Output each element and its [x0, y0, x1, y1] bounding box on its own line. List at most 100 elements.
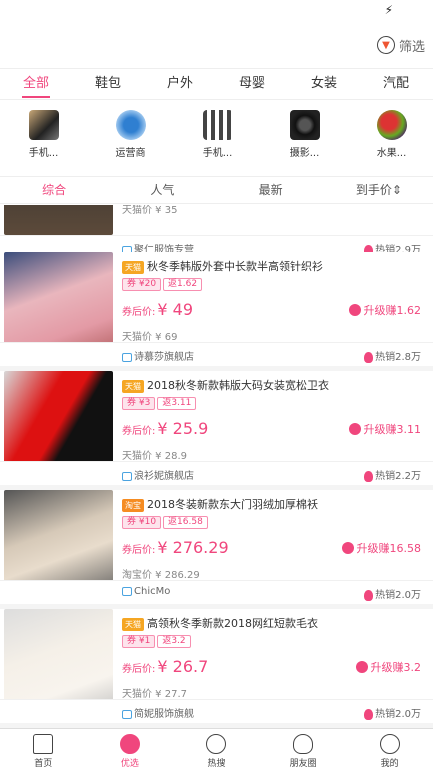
filter-button[interactable]: ▼ 筛选: [376, 34, 425, 56]
icon-item-label: 手机...: [28, 148, 59, 159]
sales-count: 热销2.0万: [364, 705, 421, 720]
earn-label: 升级赚1.62: [363, 304, 422, 317]
tab-womens-clothing[interactable]: 女装: [288, 69, 360, 99]
nav-label: 首页: [34, 759, 53, 769]
filter-label: 筛选: [398, 39, 425, 55]
share-icon: [341, 542, 354, 554]
tab-outdoor[interactable]: 户外: [144, 69, 216, 99]
price-label: 券后价:: [122, 307, 156, 318]
nav-friends[interactable]: 朋友圈: [260, 729, 347, 774]
platform-badge: 天猫: [122, 379, 144, 393]
platform-badge: 淘宝: [122, 498, 144, 512]
coupon-badge: 券 ¥20: [122, 278, 162, 291]
icon-item-label: 运营商: [115, 148, 146, 159]
coupon-row: 券 ¥3 返3.11: [122, 397, 197, 410]
fire-icon: [364, 470, 374, 482]
nav-preferred[interactable]: 优选: [87, 729, 174, 774]
category-tabs: 全部 鞋包 户外 母婴 女装 汽配: [0, 68, 433, 100]
filter-icon: ▼: [376, 36, 395, 54]
icon-item-label: 手机...: [202, 148, 233, 159]
sort-comprehensive[interactable]: 综合: [0, 177, 108, 203]
coupon-row: 券 ¥1 返3.2: [122, 635, 191, 648]
china-mobile-icon: [115, 110, 146, 140]
rebate-badge: 返3.2: [157, 635, 191, 648]
battery-charging-icon: ⚡: [384, 3, 393, 17]
shop-row: 简妮服饰旗舰 热销2.0万: [0, 699, 433, 723]
platform-badge: 天猫: [122, 260, 144, 274]
product-thumbnail: [4, 205, 113, 235]
shop-row: 诗慕莎旗舰店 热销2.8万: [0, 342, 433, 366]
tab-auto-parts[interactable]: 汽配: [360, 69, 432, 99]
icon-item-label: 水果...: [376, 148, 407, 159]
coupon-badge: 券 ¥1: [122, 635, 156, 648]
icon-item-phone-accessory[interactable]: 手机...: [174, 108, 261, 170]
rebate-badge: 返3.11: [157, 397, 197, 410]
original-price: 天猫价 ¥ 69: [122, 332, 178, 343]
original-price: 天猫价 ¥ 27.7: [122, 689, 187, 700]
product-title-text: 2018冬装新款东大门羽绒加厚棉袄: [147, 498, 318, 511]
shop-name[interactable]: 诗慕莎旗舰店: [122, 348, 194, 363]
price-row: 券后价: ¥ 276.29: [122, 538, 229, 557]
product-title-text: 秋冬季韩版外套中长款半高领针织衫: [147, 260, 323, 273]
product-title: 天猫 2018秋冬新款韩版大码女装宽松卫衣: [122, 377, 422, 393]
product-card-partial[interactable]: 天猫价 ¥ 35: [0, 205, 433, 235]
upgrade-earn-button[interactable]: 升级赚3.2: [355, 659, 421, 675]
original-price: 淘宝价 ¥ 286.29: [122, 570, 200, 581]
product-title: 天猫 秋冬季韩版外套中长款半高领针织衫: [122, 258, 422, 274]
camera-icon: [289, 110, 320, 140]
icon-item-label: 摄影...: [289, 148, 320, 159]
bottom-nav: 首页 优选 热搜 朋友圈 我的: [0, 728, 433, 774]
app-screen: ⚡ ▼ 筛选 全部 鞋包 户外 母婴 女装 汽配 手机... 运营商 手机...…: [0, 0, 433, 774]
fire-icon: [364, 708, 374, 720]
shop-label: 简妮服饰旗舰: [134, 709, 194, 720]
tab-all[interactable]: 全部: [0, 69, 72, 99]
upgrade-earn-button[interactable]: 升级赚1.62: [348, 302, 422, 318]
shop-name[interactable]: 浪衫妮旗舰店: [122, 467, 194, 482]
rebate-badge: 返1.62: [163, 278, 203, 291]
icon-item-phone[interactable]: 手机...: [0, 108, 87, 170]
sales-label: 热销2.0万: [375, 590, 421, 601]
price-label: 券后价:: [122, 426, 156, 437]
platform-badge: 天猫: [122, 617, 144, 631]
sales-count: 热销2.2万: [364, 467, 421, 482]
coupon-row: 券 ¥10 返16.58: [122, 516, 208, 529]
shop-name[interactable]: ChicMo: [122, 586, 170, 597]
fruit-icon: [376, 110, 407, 140]
sort-popularity[interactable]: 人气: [108, 177, 216, 203]
coupon-price: ¥ 26.7: [157, 657, 209, 676]
product-title-text: 高领秋冬季新款2018网红短款毛衣: [147, 617, 318, 630]
upgrade-earn-button[interactable]: 升级赚16.58: [341, 540, 422, 556]
sort-newest[interactable]: 最新: [217, 177, 325, 203]
upgrade-earn-button[interactable]: 升级赚3.11: [348, 421, 422, 437]
price-label: 券后价:: [122, 545, 156, 556]
tab-mother-baby[interactable]: 母婴: [216, 69, 288, 99]
fire-icon: [364, 351, 374, 363]
fire-icon: [364, 589, 374, 601]
coupon-badge: 券 ¥10: [122, 516, 162, 529]
nav-hot-search[interactable]: 热搜: [173, 729, 260, 774]
tab-shoes-bags[interactable]: 鞋包: [72, 69, 144, 99]
earn-label: 升级赚3.11: [363, 423, 422, 436]
price-row: 券后价: ¥ 49: [122, 300, 193, 319]
product-title-text: 2018秋冬新款韩版大码女装宽松卫衣: [147, 379, 329, 392]
icon-item-fruit[interactable]: 水果...: [348, 108, 433, 170]
earn-label: 升级赚16.58: [356, 542, 422, 555]
nav-label: 优选: [120, 759, 139, 769]
product-title: 天猫 高领秋冬季新款2018网红短款毛衣: [122, 615, 422, 631]
icon-item-carrier[interactable]: 运营商: [87, 108, 174, 170]
nav-home[interactable]: 首页: [0, 729, 87, 774]
price-row: 券后价: ¥ 26.7: [122, 657, 208, 676]
icon-item-camera[interactable]: 摄影...: [261, 108, 348, 170]
shop-label: 诗慕莎旗舰店: [134, 352, 194, 363]
coupon-badge: 券 ¥3: [122, 397, 156, 410]
cable-icon: [202, 110, 233, 140]
shop-name[interactable]: 简妮服饰旗舰: [122, 705, 194, 720]
share-icon: [348, 423, 361, 435]
nav-label: 朋友圈: [289, 759, 317, 769]
hot-search-icon: [206, 734, 227, 754]
coupon-price: ¥ 25.9: [157, 419, 209, 438]
nav-label: 我的: [380, 759, 399, 769]
phone-icon: [28, 110, 59, 140]
sort-final-price[interactable]: 到手价⇕: [325, 177, 433, 203]
nav-mine[interactable]: 我的: [346, 729, 433, 774]
